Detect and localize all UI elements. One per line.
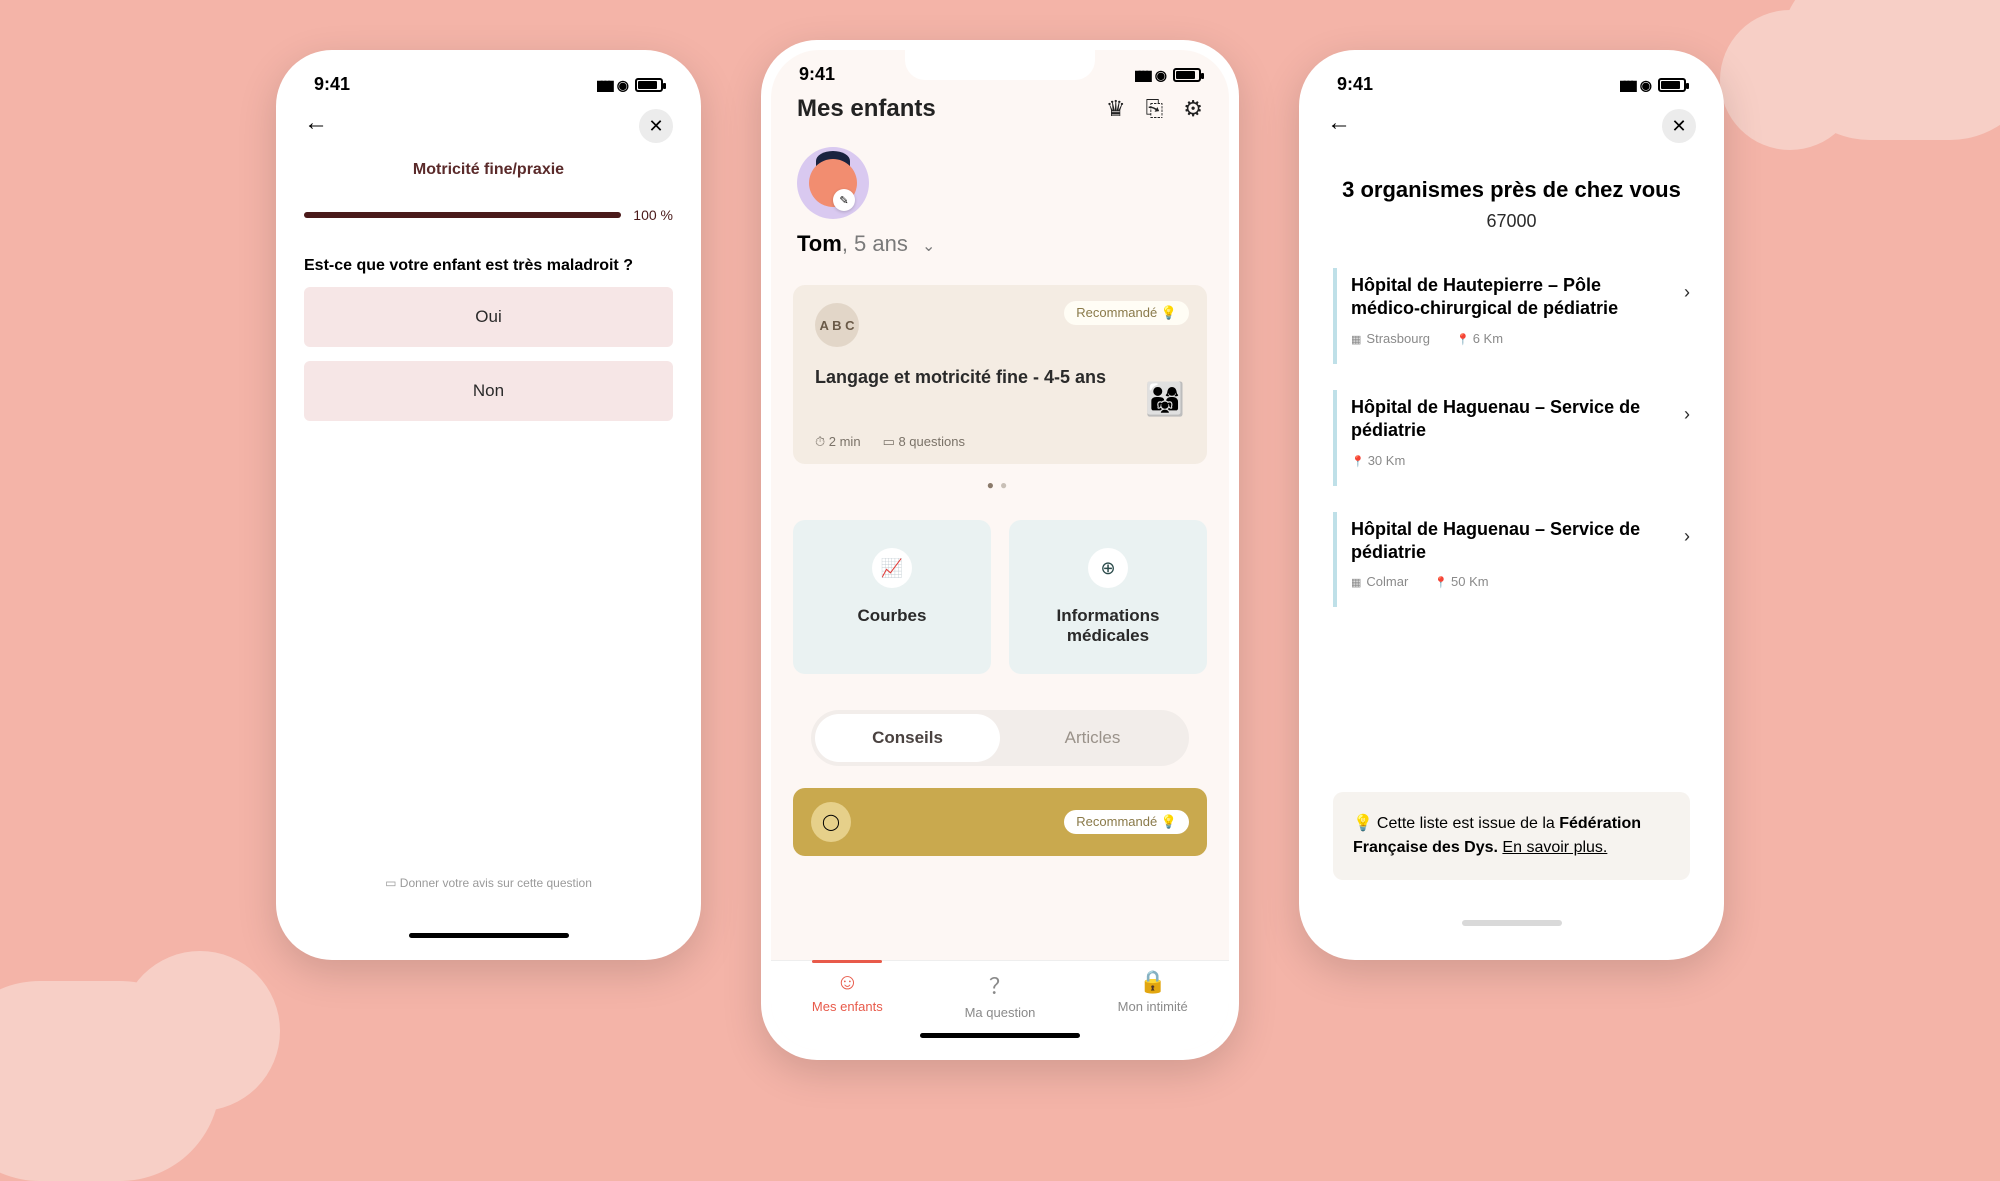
signal-icon bbox=[1134, 64, 1149, 85]
comment-icon: ▭ bbox=[385, 876, 400, 890]
bookmark-icon[interactable]: ⎘ bbox=[1146, 96, 1164, 122]
progress-bar: 100 % bbox=[286, 179, 691, 233]
notch bbox=[1417, 60, 1607, 90]
chevron-down-icon: ⌄ bbox=[922, 238, 935, 255]
status-icons bbox=[1134, 64, 1201, 85]
recommended-badge: Recommandé 💡 bbox=[1064, 810, 1189, 834]
signal-icon bbox=[596, 74, 611, 95]
card-title: Langage et motricité fine - 4-5 ans bbox=[815, 367, 1185, 388]
home-indicator[interactable] bbox=[1462, 920, 1562, 926]
page-title: Mes enfants bbox=[797, 95, 936, 123]
phone-quiz: 9:41 ← ✕ Motricité fine/praxie 100 % Est… bbox=[276, 50, 701, 960]
source-footer: Cette liste est issue de la Fédération F… bbox=[1333, 792, 1690, 880]
chart-icon: 📈 bbox=[872, 548, 912, 588]
org-distance: 30 Km bbox=[1351, 453, 1405, 468]
advice-icon: ◯ bbox=[811, 802, 851, 842]
segment-control: Conseils Articles bbox=[811, 710, 1189, 766]
card-illustration: 👨‍👩‍👧 bbox=[1145, 380, 1185, 418]
battery-icon bbox=[1173, 68, 1201, 82]
phone-home: 9:41 Mes enfants ♛ ⎘ ⚙ ✎ T bbox=[761, 40, 1239, 1060]
curves-tile[interactable]: 📈 Courbes bbox=[793, 520, 991, 674]
org-city: Strasbourg bbox=[1351, 331, 1430, 346]
chevron-right-icon: › bbox=[1684, 526, 1690, 547]
question-icon: ？ bbox=[924, 969, 1077, 1001]
chevron-right-icon: › bbox=[1684, 404, 1690, 425]
medical-info-tile[interactable]: ⊕ Informations médicales bbox=[1009, 520, 1207, 674]
org-name: Hôpital de Haguenau – Service de pédiatr… bbox=[1351, 396, 1686, 443]
abc-icon: A B C bbox=[815, 303, 859, 347]
recommended-card[interactable]: A B C Recommandé 💡 Langage et motricité … bbox=[793, 285, 1207, 464]
signal-icon bbox=[1619, 74, 1634, 95]
battery-icon bbox=[1658, 78, 1686, 92]
back-button[interactable]: ← bbox=[304, 109, 328, 143]
crown-icon[interactable]: ♛ bbox=[1106, 96, 1126, 122]
recommended-badge: Recommandé 💡 bbox=[1064, 301, 1189, 325]
duration-label: ⏱ 2 min bbox=[815, 434, 861, 450]
status-icons bbox=[1619, 74, 1686, 95]
child-selector[interactable]: Tom, 5 ans ⌄ bbox=[771, 219, 1229, 257]
close-button[interactable]: ✕ bbox=[639, 109, 673, 143]
orgs-title: 3 organismes près de chez vous bbox=[1309, 177, 1714, 203]
edit-avatar-icon[interactable]: ✎ bbox=[833, 189, 855, 211]
card-meta: ⏱ 2 min ▭ 8 questions bbox=[815, 434, 1185, 450]
child-name: Tom bbox=[797, 231, 842, 256]
orgs-postcode: 67000 bbox=[1309, 211, 1714, 232]
org-city: Colmar bbox=[1351, 574, 1408, 589]
quiz-category-title: Motricité fine/praxie bbox=[286, 161, 691, 179]
org-name: Hôpital de Hautepierre – Pôle médico-chi… bbox=[1351, 274, 1686, 321]
status-time: 9:41 bbox=[314, 74, 350, 95]
org-name: Hôpital de Haguenau – Service de pédiatr… bbox=[1351, 518, 1686, 565]
battery-icon bbox=[635, 78, 663, 92]
children-icon: ☺ bbox=[771, 969, 924, 995]
notch bbox=[394, 60, 584, 90]
bulb-icon bbox=[1353, 815, 1377, 832]
answer-no-button[interactable]: Non bbox=[304, 361, 673, 421]
questions-label: ▭ 8 questions bbox=[883, 434, 965, 450]
status-time: 9:41 bbox=[799, 64, 835, 85]
home-indicator[interactable] bbox=[920, 1033, 1080, 1038]
home-indicator[interactable] bbox=[409, 933, 569, 938]
org-item[interactable]: Hôpital de Haguenau – Service de pédiatr… bbox=[1333, 390, 1690, 486]
child-age: , 5 ans bbox=[842, 231, 908, 256]
learn-more-link[interactable]: En savoir plus. bbox=[1502, 839, 1607, 856]
carousel-dots[interactable]: ●● bbox=[771, 478, 1229, 492]
notch bbox=[905, 50, 1095, 80]
wifi-icon bbox=[617, 74, 629, 95]
child-avatar[interactable]: ✎ bbox=[771, 133, 1229, 219]
gear-icon[interactable]: ⚙ bbox=[1183, 96, 1203, 122]
org-distance: 6 Km bbox=[1456, 331, 1503, 346]
org-item[interactable]: Hôpital de Hautepierre – Pôle médico-chi… bbox=[1333, 268, 1690, 364]
progress-percent: 100 % bbox=[633, 207, 673, 223]
status-icons bbox=[596, 74, 663, 95]
medical-icon: ⊕ bbox=[1088, 548, 1128, 588]
segment-articles[interactable]: Articles bbox=[1000, 714, 1185, 762]
wifi-icon bbox=[1155, 64, 1167, 85]
quiz-question: Est-ce que votre enfant est très maladro… bbox=[286, 233, 691, 287]
lock-icon: 🔒 bbox=[1076, 969, 1229, 995]
status-time: 9:41 bbox=[1337, 74, 1373, 95]
close-button[interactable]: ✕ bbox=[1662, 109, 1696, 143]
segment-conseils[interactable]: Conseils bbox=[815, 714, 1000, 762]
advice-card[interactable]: ◯ Recommandé 💡 bbox=[793, 788, 1207, 856]
answer-yes-button[interactable]: Oui bbox=[304, 287, 673, 347]
wifi-icon bbox=[1640, 74, 1652, 95]
org-item[interactable]: Hôpital de Haguenau – Service de pédiatr… bbox=[1333, 512, 1690, 608]
tab-children[interactable]: ☺ Mes enfants bbox=[771, 969, 924, 1050]
feedback-link[interactable]: ▭ Donner votre avis sur cette question bbox=[286, 876, 691, 890]
back-button[interactable]: ← bbox=[1327, 109, 1351, 143]
tab-privacy[interactable]: 🔒 Mon intimité bbox=[1076, 969, 1229, 1050]
phone-orgs: 9:41 ← ✕ 3 organismes près de chez vous … bbox=[1299, 50, 1724, 960]
org-distance: 50 Km bbox=[1434, 574, 1488, 589]
chevron-right-icon: › bbox=[1684, 282, 1690, 303]
